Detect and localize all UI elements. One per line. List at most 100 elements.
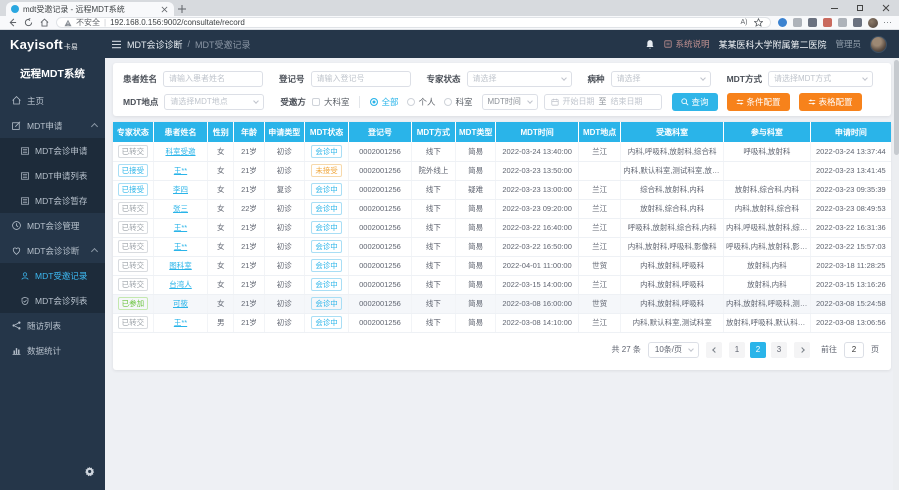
- table-cell: 李四: [153, 180, 207, 199]
- column-header: 年龄: [234, 122, 264, 142]
- home-icon[interactable]: [40, 18, 49, 27]
- sidebar-item-mdt-consult-apply[interactable]: MDT会诊申请: [0, 138, 105, 163]
- patient-name-link[interactable]: 张三: [173, 204, 188, 213]
- table-cell: 21岁: [234, 256, 264, 275]
- table-cell: 初诊: [264, 218, 304, 237]
- tab-close-icon[interactable]: [159, 4, 169, 14]
- sidebar-item-mdt-apply[interactable]: MDT申请: [0, 113, 105, 138]
- table-cell: 女: [208, 294, 234, 313]
- table-cell: 21岁: [234, 180, 264, 199]
- table-cell: 兰江: [578, 313, 620, 332]
- search-button[interactable]: 查询: [672, 93, 718, 111]
- table-cell: 已接受: [113, 180, 153, 199]
- sidebar-item-home[interactable]: 主页: [0, 88, 105, 113]
- mdt-mode-select[interactable]: 请选择MDT方式: [768, 71, 873, 87]
- new-tab-button[interactable]: [174, 2, 190, 16]
- date-end-placeholder: 结束日期: [611, 96, 643, 107]
- status-badge: 已转交: [118, 316, 149, 329]
- page-button-3[interactable]: 3: [771, 342, 787, 358]
- time-type-select[interactable]: MDT时间: [482, 94, 538, 110]
- sidebar-item-mdt-invite-record[interactable]: MDT受邀记录: [0, 263, 105, 288]
- column-header: MDT时间: [496, 122, 579, 142]
- table-cell: 简易: [456, 199, 496, 218]
- sidebar-item-label: MDT会诊管理: [27, 220, 79, 232]
- page-button-2[interactable]: 2: [750, 342, 766, 358]
- patient-name-link[interactable]: 图科室: [169, 261, 192, 270]
- back-icon[interactable]: [8, 18, 17, 27]
- search-icon: [681, 98, 689, 106]
- total-count: 共 27 条: [612, 344, 641, 355]
- date-range-picker[interactable]: 开始日期 至 结束日期: [544, 94, 662, 110]
- sidebar-collapse-icon[interactable]: [105, 40, 127, 49]
- user-icon: [20, 271, 30, 281]
- sidebar-item-follow-up-list[interactable]: 随访列表: [0, 313, 105, 338]
- condition-config-button[interactable]: 条件配置: [727, 93, 790, 111]
- extension-icon[interactable]: [808, 18, 817, 27]
- clock-icon: [11, 220, 22, 231]
- browser-tab[interactable]: mdt受邀记录 - 远程MDT系统: [6, 2, 174, 16]
- address-bar[interactable]: 不安全 | 192.168.0.156:9002/consultate/reco…: [56, 17, 771, 28]
- settings-gear-icon[interactable]: [84, 464, 95, 482]
- table-cell: 兰江: [578, 237, 620, 256]
- table-cell: 2022-03-22 16:50:00: [496, 237, 579, 256]
- sidebar-item-mdt-consult-list[interactable]: MDT会诊列表: [0, 288, 105, 313]
- extension-icon[interactable]: [778, 18, 787, 27]
- user-avatar[interactable]: [870, 36, 887, 53]
- hospital-name: 某某医科大学附属第二医院: [718, 38, 826, 51]
- patient-name-link[interactable]: 王**: [174, 166, 187, 175]
- next-page-button[interactable]: [794, 342, 810, 358]
- patient-name-link[interactable]: 台湾人: [169, 280, 192, 289]
- big-department-checkbox[interactable]: [312, 98, 320, 106]
- registration-input[interactable]: [311, 71, 411, 87]
- page-button-1[interactable]: 1: [729, 342, 745, 358]
- sidebar-item-mdt-apply-list[interactable]: MDT申请列表: [0, 163, 105, 188]
- patient-name-link[interactable]: 可筱: [173, 299, 188, 308]
- extension-icon[interactable]: [838, 18, 847, 27]
- table-cell: 2022-03-18 11:28:25: [810, 256, 891, 275]
- browser-menu-icon[interactable]: [884, 22, 892, 24]
- table-cell: 放射科,综合科,内科: [724, 180, 811, 199]
- patient-name-link[interactable]: 王**: [174, 242, 187, 251]
- sidebar-item-data-statistics[interactable]: 数据统计: [0, 338, 105, 363]
- radio-all[interactable]: 全部: [370, 96, 398, 108]
- sidebar-item-mdt-consult-manage[interactable]: MDT会诊管理: [0, 213, 105, 238]
- maximize-button[interactable]: [847, 0, 873, 16]
- bell-icon[interactable]: [645, 39, 655, 50]
- extension-icon[interactable]: [793, 18, 802, 27]
- radio-department[interactable]: 科室: [444, 96, 472, 108]
- column-header: MDT类型: [456, 122, 496, 142]
- patient-name-link[interactable]: 王**: [174, 223, 187, 232]
- pagination: 共 27 条 10条/页 123 前往 页: [113, 333, 891, 368]
- read-aloud-icon[interactable]: A): [741, 19, 748, 26]
- prev-page-button[interactable]: [706, 342, 722, 358]
- patient-name-link[interactable]: 王**: [174, 318, 187, 327]
- chevron-up-icon: [91, 248, 98, 255]
- patient-name-link[interactable]: 科室受邀: [166, 147, 196, 156]
- close-button[interactable]: [873, 0, 899, 16]
- extension-icon[interactable]: [823, 18, 832, 27]
- browser-profile-avatar[interactable]: [868, 18, 878, 28]
- page-size-select[interactable]: 10条/页: [648, 342, 699, 358]
- goto-page-input[interactable]: [844, 342, 864, 358]
- system-help-link[interactable]: 系统说明: [664, 38, 709, 50]
- sidebar-item-label: MDT会诊暂存: [35, 195, 87, 207]
- extension-icon[interactable]: [853, 18, 862, 27]
- page-scrollbar[interactable]: [893, 58, 899, 490]
- patient-name-link[interactable]: 李四: [173, 185, 188, 194]
- sidebar-item-mdt-consult-draft[interactable]: MDT会诊暂存: [0, 188, 105, 213]
- sidebar-item-label: MDT受邀记录: [35, 270, 87, 282]
- table-cell: 科室受邀: [153, 142, 207, 161]
- calendar-icon: [551, 98, 559, 106]
- minimize-button[interactable]: [821, 0, 847, 16]
- patient-name-input[interactable]: [163, 71, 263, 87]
- bookmark-star-icon[interactable]: [754, 18, 763, 27]
- radio-personal[interactable]: 个人: [407, 96, 435, 108]
- record-table: 专家状态患者姓名性别年龄申请类型MDT状态登记号MDT方式MDT类型MDT时间M…: [113, 122, 891, 333]
- refresh-icon[interactable]: [24, 18, 33, 27]
- sidebar-item-mdt-consult-diagnose[interactable]: MDT会诊诊断: [0, 238, 105, 263]
- expert-status-select[interactable]: 请选择: [467, 71, 572, 87]
- mdt-location-select[interactable]: 请选择MDT地点: [164, 94, 264, 110]
- table-config-button[interactable]: 表格配置: [799, 93, 862, 111]
- scrollbar-thumb[interactable]: [894, 60, 899, 155]
- disease-select[interactable]: 请选择: [611, 71, 711, 87]
